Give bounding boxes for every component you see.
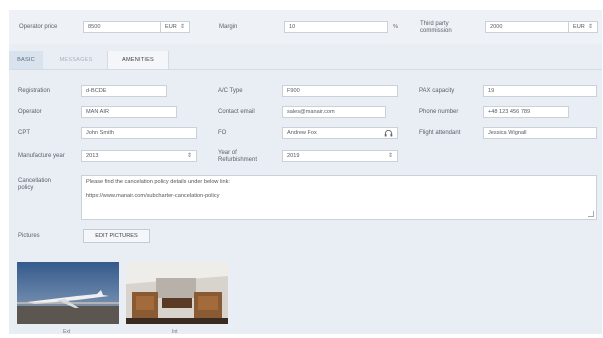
- refurbishment-year-value: 2019: [287, 153, 300, 159]
- pax-input[interactable]: 19: [483, 85, 597, 97]
- cancellation-label-2: policy: [18, 185, 34, 191]
- third-party-label-2: commission: [420, 28, 452, 34]
- third-party-input[interactable]: 2000: [485, 21, 569, 33]
- exterior-picture-caption: Ext: [63, 329, 71, 335]
- flight-attendant-label: Flight attendant: [419, 130, 461, 136]
- cancellation-policy-textarea[interactable]: Please find the cancelation policy detai…: [81, 175, 597, 220]
- ac-type-label: A/C Type: [218, 88, 243, 94]
- registration-input[interactable]: d-BCDE: [81, 85, 167, 97]
- third-party-label-1: Third party: [420, 21, 449, 27]
- ac-type-input[interactable]: F900: [282, 85, 398, 97]
- margin-input[interactable]: 10: [284, 21, 388, 33]
- refurbishment-label-1: Year of: [218, 150, 237, 156]
- headset-icon[interactable]: [384, 129, 393, 138]
- margin-unit: %: [393, 24, 398, 30]
- cpt-input[interactable]: John Smith: [81, 127, 197, 139]
- pax-label: PAX capacity: [419, 88, 455, 94]
- interior-picture[interactable]: [126, 262, 228, 324]
- third-party-currency: EUR: [573, 24, 585, 30]
- operator-price-label: Operator price: [19, 24, 58, 30]
- updown-chevron-icon: ⇕: [587, 24, 593, 30]
- operator-price-currency-select[interactable]: EUR ⇕: [160, 21, 190, 33]
- refurbishment-label-2: Refurbishment: [218, 157, 258, 163]
- operator-input[interactable]: MAN AIR: [81, 106, 177, 118]
- cancellation-line-1: Please find the cancelation policy detai…: [86, 179, 230, 185]
- manufacture-year-label: Manufacture year: [18, 153, 65, 159]
- fo-label: FO: [218, 130, 227, 136]
- cpt-label: CPT: [18, 130, 30, 136]
- updown-chevron-icon: ⇕: [179, 24, 185, 30]
- third-party-currency-select[interactable]: EUR ⇕: [568, 21, 598, 33]
- exterior-picture[interactable]: [17, 262, 119, 324]
- manufacture-year-select[interactable]: 2013 ⇕: [81, 150, 197, 162]
- fo-input[interactable]: Andrew Fox: [282, 127, 398, 139]
- operator-price-currency: EUR: [165, 24, 177, 30]
- registration-label: Registration: [18, 88, 51, 94]
- flight-attendant-input[interactable]: Jessica Wignall: [483, 127, 597, 139]
- refurbishment-year-select[interactable]: 2019 ⇕: [282, 150, 398, 162]
- interior-picture-caption: Int: [172, 329, 178, 335]
- phone-label: Phone number: [419, 109, 459, 115]
- updown-chevron-icon: ⇕: [186, 153, 192, 159]
- tab-basic[interactable]: BASIC: [9, 51, 43, 69]
- cancellation-line-2: https://www.manair.com/subcharter-cancel…: [86, 193, 220, 199]
- updown-chevron-icon: ⇕: [387, 153, 393, 159]
- tab-bar: BASIC MESSAGES AMENITIES: [9, 51, 602, 70]
- pictures-label: Pictures: [18, 233, 40, 239]
- tab-amenities[interactable]: AMENITIES: [107, 51, 169, 69]
- operator-label: Operator: [18, 109, 42, 115]
- edit-pictures-button[interactable]: EDIT PICTURES: [83, 229, 150, 243]
- manufacture-year-value: 2013: [86, 153, 99, 159]
- operator-price-input[interactable]: 8500: [83, 21, 161, 33]
- contact-email-label: Contact email: [218, 109, 255, 115]
- pricing-row: Operator price 8500 EUR ⇕ Margin 10 % Th…: [9, 10, 602, 44]
- margin-label: Margin: [219, 24, 238, 30]
- tab-messages[interactable]: MESSAGES: [46, 51, 106, 69]
- phone-input[interactable]: +48 123 456 789: [483, 106, 569, 118]
- fo-value: Andrew Fox: [287, 130, 317, 136]
- contact-email-input[interactable]: sales@manair.com: [282, 106, 386, 118]
- cancellation-label-1: Cancellation: [18, 178, 52, 184]
- resize-handle-icon[interactable]: [588, 211, 594, 217]
